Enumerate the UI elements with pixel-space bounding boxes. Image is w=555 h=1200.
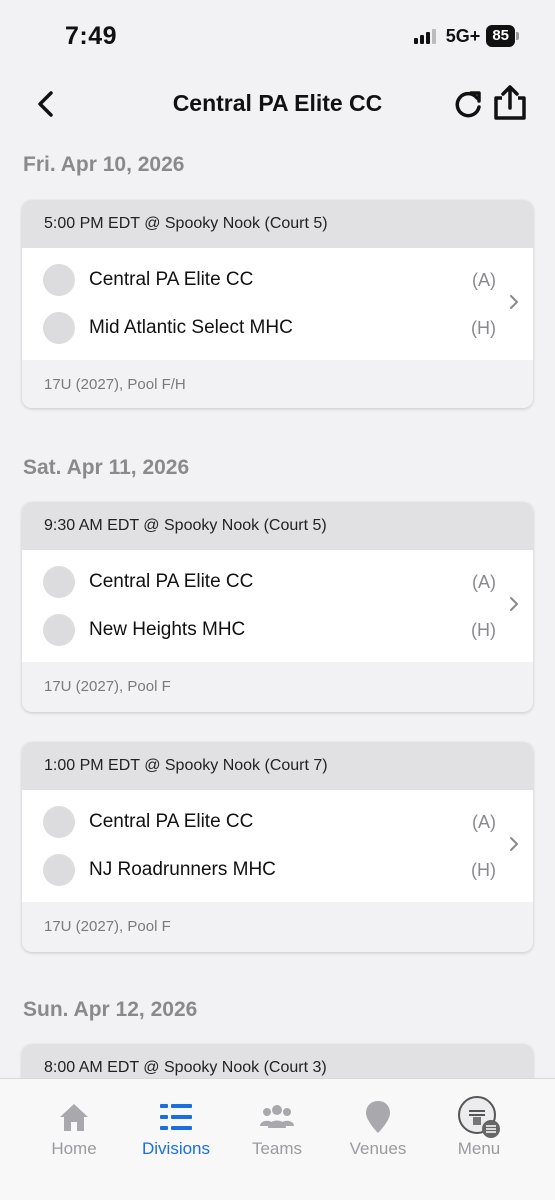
signal-icon [413, 28, 436, 44]
team-name: Central PA Elite CC [89, 811, 254, 832]
tab-label: Menu [457, 1139, 501, 1158]
tab-bar: Home Divisions Teams Venues Menu [0, 1078, 555, 1200]
team-logo [43, 614, 75, 646]
tab-label: Divisions [141, 1139, 211, 1158]
team-row: Central PA Elite CC (A) [22, 256, 533, 304]
team-logo [43, 312, 75, 344]
chevron-right-icon [510, 837, 518, 851]
team-name: Central PA Elite CC [89, 571, 254, 592]
team-logo [43, 566, 75, 598]
battery-icon: 85 [486, 25, 519, 47]
game-card[interactable]: 9:30 AM EDT @ Spooky Nook (Court 5) Cent… [22, 502, 533, 712]
battery-level: 85 [486, 25, 515, 47]
chevron-right-icon [510, 295, 518, 309]
share-button[interactable] [492, 84, 528, 122]
tab-divisions[interactable]: Divisions [126, 1099, 226, 1169]
team-row: New Heights MHC (H) [22, 606, 533, 654]
venue-pin-icon [328, 1099, 428, 1135]
tab-venues[interactable]: Venues [328, 1099, 428, 1169]
status-time: 7:49 [65, 22, 118, 50]
game-card[interactable]: 8:00 AM EDT @ Spooky Nook (Court 3) [22, 1044, 533, 1078]
team-row: Central PA Elite CC (A) [22, 558, 533, 606]
team-logo [43, 806, 75, 838]
tab-label: Teams [251, 1139, 303, 1158]
game-division: 17U (2027), Pool F/H [22, 360, 533, 408]
divisions-icon [126, 1099, 226, 1135]
game-division: 17U (2027), Pool F [22, 902, 533, 950]
team-row: Central PA Elite CC (A) [22, 798, 533, 846]
status-indicators: 5G+ 85 [413, 25, 519, 47]
team-name: NJ Roadrunners MHC [89, 859, 276, 880]
teams-icon [227, 1099, 327, 1135]
tab-label: Venues [349, 1139, 407, 1158]
game-matchup: Central PA Elite CC (A) New Heights MHC … [22, 550, 533, 662]
date-heading: Sun. Apr 12, 2026 [23, 998, 198, 1021]
tab-menu[interactable]: Menu [429, 1096, 529, 1169]
share-icon [494, 85, 526, 120]
team-row: Mid Atlantic Select MHC (H) [22, 304, 533, 352]
schedule-list[interactable]: Fri. Apr 10, 2026 5:00 PM EDT @ Spooky N… [0, 140, 555, 1078]
game-time-venue: 9:30 AM EDT @ Spooky Nook (Court 5) [22, 502, 533, 550]
tab-label: Home [51, 1139, 97, 1158]
home-icon [24, 1099, 124, 1135]
status-bar: 7:49 5G+ 85 [0, 0, 555, 72]
team-logo [43, 854, 75, 886]
menu-logo-icon [429, 1096, 529, 1138]
date-heading: Fri. Apr 10, 2026 [23, 153, 185, 176]
team-side: (A) [472, 571, 496, 592]
date-heading: Sat. Apr 11, 2026 [23, 456, 190, 479]
tab-home[interactable]: Home [24, 1099, 124, 1169]
tab-teams[interactable]: Teams [227, 1099, 327, 1169]
team-side: (H) [471, 317, 496, 338]
network-type: 5G+ [445, 25, 481, 46]
team-side: (A) [472, 811, 496, 832]
team-logo [43, 264, 75, 296]
refresh-button[interactable] [451, 88, 485, 122]
team-name: New Heights MHC [89, 619, 246, 640]
game-division: 17U (2027), Pool F [22, 662, 533, 710]
refresh-icon [455, 91, 481, 118]
team-side: (H) [471, 859, 496, 880]
game-time-venue: 5:00 PM EDT @ Spooky Nook (Court 5) [22, 200, 533, 248]
team-row: NJ Roadrunners MHC (H) [22, 846, 533, 894]
game-card[interactable]: 5:00 PM EDT @ Spooky Nook (Court 5) Cent… [22, 200, 533, 408]
game-time-venue: 8:00 AM EDT @ Spooky Nook (Court 3) [22, 1044, 533, 1078]
game-time-venue: 1:00 PM EDT @ Spooky Nook (Court 7) [22, 742, 533, 790]
game-card[interactable]: 1:00 PM EDT @ Spooky Nook (Court 7) Cent… [22, 742, 533, 952]
team-side: (A) [472, 269, 496, 290]
game-matchup: Central PA Elite CC (A) NJ Roadrunners M… [22, 790, 533, 902]
nav-header: Central PA Elite CC [0, 78, 555, 132]
team-name: Mid Atlantic Select MHC [89, 317, 293, 338]
chevron-right-icon [510, 597, 518, 611]
team-side: (H) [471, 619, 496, 640]
team-name: Central PA Elite CC [89, 269, 254, 290]
game-matchup: Central PA Elite CC (A) Mid Atlantic Sel… [22, 248, 533, 360]
